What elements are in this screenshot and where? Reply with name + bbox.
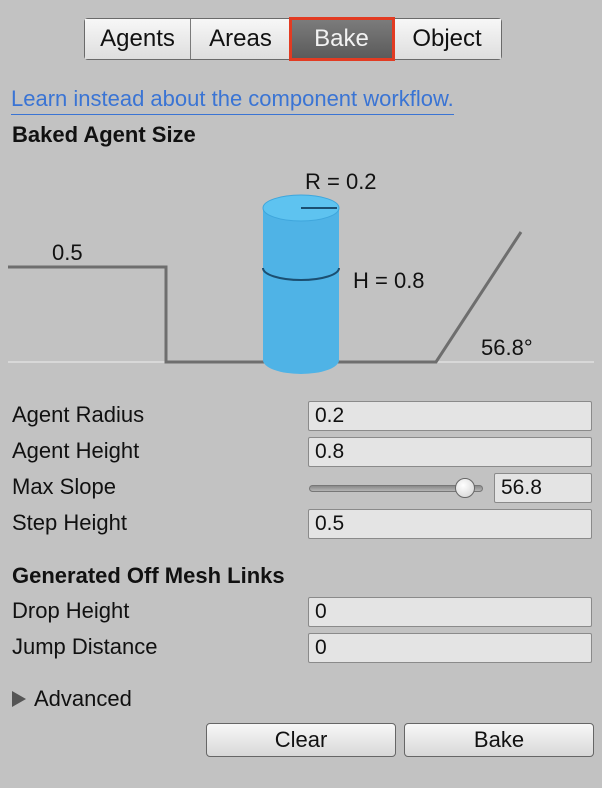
jump-distance-label: Jump Distance: [12, 634, 158, 659]
height-label: H = 0.8: [353, 268, 425, 293]
max-slope-slider-thumb[interactable]: [454, 478, 475, 498]
drop-height-label: Drop Height: [12, 598, 130, 623]
component-workflow-link[interactable]: Learn instead about the component workfl…: [11, 86, 454, 115]
slope-label: 56.8°: [481, 335, 533, 360]
step-label: 0.5: [52, 240, 83, 265]
agent-height-field[interactable]: 0.8: [308, 437, 592, 467]
foldout-triangle-icon: [12, 691, 26, 707]
agent-radius-label: Agent Radius: [12, 402, 145, 427]
radius-label: R = 0.2: [305, 169, 377, 194]
drop-height-field[interactable]: 0: [308, 597, 592, 627]
baked-agent-size-heading: Baked Agent Size: [12, 122, 196, 147]
clear-button[interactable]: Clear: [206, 723, 396, 757]
jump-distance-field[interactable]: 0: [308, 633, 592, 663]
step-height-field[interactable]: 0.5: [308, 509, 592, 539]
bake-button[interactable]: Bake: [404, 723, 594, 757]
tab-agents[interactable]: Agents: [85, 19, 191, 59]
step-height-label: Step Height: [12, 510, 127, 535]
tab-object[interactable]: Object: [393, 19, 501, 59]
agent-height-label: Agent Height: [12, 438, 140, 463]
agent-size-diagram: R = 0.2 H = 0.8 0.5 56.8°: [8, 169, 594, 374]
navigation-bake-panel: Agents Areas Bake Object Learn instead a…: [0, 0, 602, 788]
advanced-foldout[interactable]: Advanced: [12, 686, 132, 712]
advanced-label: Advanced: [34, 686, 132, 711]
tab-bar: Agents Areas Bake Object: [84, 17, 502, 61]
agent-cylinder-body: [263, 208, 339, 374]
off-mesh-links-heading: Generated Off Mesh Links: [12, 563, 285, 588]
tab-areas[interactable]: Areas: [191, 19, 291, 59]
max-slope-field[interactable]: 56.8: [494, 473, 592, 503]
max-slope-label: Max Slope: [12, 474, 116, 499]
agent-radius-field[interactable]: 0.2: [308, 401, 592, 431]
tab-bake[interactable]: Bake: [289, 17, 395, 61]
